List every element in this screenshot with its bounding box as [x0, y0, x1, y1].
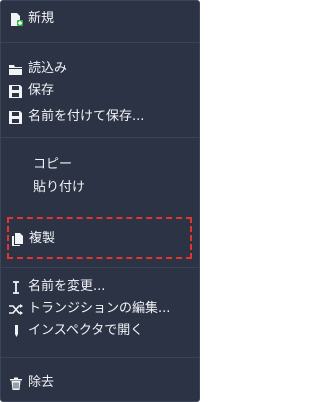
- menu-item-label: 新規: [28, 11, 55, 26]
- save-icon: [9, 85, 23, 98]
- separator: [1, 267, 199, 268]
- trash-icon: [9, 377, 23, 390]
- context-menu: 新規 読込み 保存 名前を付けて保存... コピー 貼り付け 複製 名前を変更.…: [0, 0, 200, 402]
- pen-icon: [9, 325, 23, 338]
- shuffle-icon: [9, 303, 23, 316]
- menu-item-paste[interactable]: 貼り付け: [1, 178, 199, 198]
- save-icon: [9, 111, 23, 124]
- text-cursor-icon: [9, 281, 23, 294]
- menu-item-label: 除去: [28, 375, 55, 390]
- new-file-icon: [9, 13, 23, 26]
- separator: [1, 42, 199, 43]
- menu-item-rename[interactable]: 名前を変更...: [1, 277, 199, 297]
- menu-item-save-as[interactable]: 名前を付けて保存...: [1, 107, 199, 127]
- menu-item-open-inspector[interactable]: インスペクタで開く: [1, 321, 199, 341]
- menu-item-save[interactable]: 保存: [1, 81, 199, 101]
- menu-item-remove[interactable]: 除去: [1, 373, 199, 393]
- menu-item-copy[interactable]: コピー: [1, 155, 199, 175]
- menu-item-label: コピー: [33, 157, 73, 172]
- menu-item-edit-transitions[interactable]: トランジションの編集...: [1, 299, 199, 319]
- menu-item-label: 貼り付け: [33, 180, 86, 195]
- menu-item-label: 複製: [29, 231, 56, 246]
- menu-item-new[interactable]: 新規: [1, 9, 199, 29]
- folder-icon: [9, 63, 23, 76]
- menu-item-load[interactable]: 読込み: [1, 59, 199, 79]
- menu-item-label: 保存: [28, 83, 55, 98]
- menu-item-label: 名前を付けて保存...: [28, 109, 145, 124]
- menu-item-duplicate[interactable]: 複製: [1, 229, 199, 249]
- separator: [1, 357, 199, 358]
- menu-item-label: トランジションの編集...: [28, 301, 171, 316]
- menu-item-label: 読込み: [28, 61, 68, 76]
- duplicate-icon: [11, 233, 25, 246]
- menu-item-label: インスペクタで開く: [28, 323, 144, 338]
- separator: [1, 137, 199, 138]
- menu-item-label: 名前を変更...: [28, 279, 106, 294]
